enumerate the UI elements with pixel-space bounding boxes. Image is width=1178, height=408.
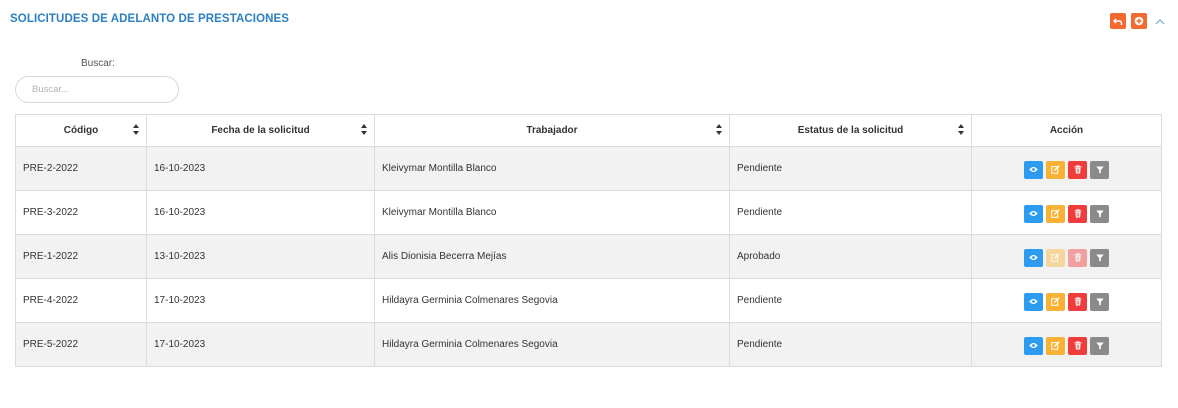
trash-icon: [1074, 209, 1082, 218]
cell-estatus: Pendiente: [729, 322, 972, 367]
view-button[interactable]: [1024, 292, 1043, 311]
cell-acciones: [971, 190, 1162, 235]
filter-icon: [1095, 166, 1104, 174]
cell-acciones: [971, 146, 1162, 191]
add-button[interactable]: [1131, 13, 1147, 29]
edit-icon: [1051, 341, 1060, 350]
sort-icon: [958, 124, 964, 135]
cell-estatus: Pendiente: [729, 190, 972, 235]
trash-icon: [1074, 253, 1082, 262]
edit-icon: [1051, 165, 1060, 174]
cell-codigo: PRE-1-2022: [15, 234, 147, 279]
eye-icon: [1029, 254, 1038, 261]
delete-button[interactable]: [1068, 248, 1087, 267]
eye-icon: [1029, 166, 1038, 173]
delete-button[interactable]: [1068, 292, 1087, 311]
trash-icon: [1074, 165, 1082, 174]
column-header-fecha[interactable]: Fecha de la solicitud: [146, 114, 375, 147]
view-button[interactable]: [1024, 336, 1043, 355]
filter-button[interactable]: [1090, 160, 1109, 179]
eye-icon: [1029, 342, 1038, 349]
plus-circle-icon: [1134, 16, 1144, 26]
cell-fecha: 17-10-2023: [146, 322, 375, 367]
filter-icon: [1095, 342, 1104, 350]
cell-trabajador: Hildayra Germinia Colmenares Segovia: [374, 322, 730, 367]
cell-acciones: [971, 278, 1162, 323]
filter-button[interactable]: [1090, 204, 1109, 223]
table-row: PRE-5-2022 17-10-2023 Hildayra Germinia Co…: [15, 322, 1162, 367]
table-row: PRE-1-2022 13-10-2023 Alis Dionisia Becerr…: [15, 234, 1162, 279]
column-label: Fecha de la solicitud: [211, 125, 310, 136]
table-row: PRE-4-2022 17-10-2023 Hildayra Germinia Co…: [15, 278, 1162, 323]
delete-button[interactable]: [1068, 160, 1087, 179]
top-actions: [1110, 13, 1167, 29]
cell-acciones: [971, 234, 1162, 279]
edit-button[interactable]: [1046, 336, 1065, 355]
sort-icon: [716, 124, 722, 135]
edit-button[interactable]: [1046, 204, 1065, 223]
column-label: Código: [63, 125, 99, 136]
cell-trabajador: Alis Dionisia Becerra Mejías: [374, 234, 730, 279]
edit-icon: [1051, 297, 1060, 306]
cell-estatus: Aprobado: [729, 234, 972, 279]
back-button[interactable]: [1110, 13, 1126, 29]
cell-trabajador: Kleivymar Montilla Blanco: [374, 190, 730, 235]
cell-codigo: PRE-5-2022: [15, 322, 147, 367]
requests-table: Código Fecha de la solicitud Trabajador …: [15, 114, 1162, 367]
view-button[interactable]: [1024, 248, 1043, 267]
cell-estatus: Pendiente: [729, 146, 972, 191]
column-header-codigo[interactable]: Código: [15, 114, 147, 147]
view-button[interactable]: [1024, 204, 1043, 223]
view-button[interactable]: [1024, 160, 1043, 179]
column-label: Trabajador: [526, 125, 578, 136]
table-row: PRE-3-2022 16-10-2023 Kleivymar Montilla B…: [15, 190, 1162, 235]
edit-icon: [1051, 209, 1060, 218]
edit-button[interactable]: [1046, 160, 1065, 179]
filter-button[interactable]: [1090, 248, 1109, 267]
cell-codigo: PRE-2-2022: [15, 146, 147, 191]
cell-estatus: Pendiente: [729, 278, 972, 323]
cell-fecha: 17-10-2023: [146, 278, 375, 323]
filter-icon: [1095, 254, 1104, 262]
column-header-accion: Acción: [971, 114, 1162, 147]
cell-trabajador: Hildayra Germinia Colmenares Segovia: [374, 278, 730, 323]
cell-trabajador: Kleivymar Montilla Blanco: [374, 146, 730, 191]
column-header-trabajador[interactable]: Trabajador: [374, 114, 730, 147]
table-row: PRE-2-2022 16-10-2023 Kleivymar Montilla B…: [15, 146, 1162, 191]
column-label: Estatus de la solicitud: [797, 125, 904, 136]
table-header-row: Código Fecha de la solicitud Trabajador …: [15, 114, 1162, 147]
cell-fecha: 16-10-2023: [146, 190, 375, 235]
column-label: Acción: [1049, 125, 1084, 136]
sort-icon: [133, 124, 139, 135]
cell-codigo: PRE-4-2022: [15, 278, 147, 323]
page-title: SOLICITUDES DE ADELANTO DE PRESTACIONES: [10, 13, 290, 25]
column-header-estatus[interactable]: Estatus de la solicitud: [729, 114, 972, 147]
sort-icon: [361, 124, 367, 135]
edit-button[interactable]: [1046, 248, 1065, 267]
undo-arrow-icon: [1113, 18, 1123, 25]
cell-fecha: 16-10-2023: [146, 146, 375, 191]
filter-icon: [1095, 210, 1104, 218]
delete-button[interactable]: [1068, 336, 1087, 355]
chevron-up-icon: [1155, 18, 1165, 24]
trash-icon: [1074, 297, 1082, 306]
eye-icon: [1029, 210, 1038, 217]
eye-icon: [1029, 298, 1038, 305]
trash-icon: [1074, 341, 1082, 350]
search-label: Buscar:: [81, 58, 115, 69]
edit-icon: [1051, 253, 1060, 262]
filter-icon: [1095, 298, 1104, 306]
cell-codigo: PRE-3-2022: [15, 190, 147, 235]
cell-fecha: 13-10-2023: [146, 234, 375, 279]
cell-acciones: [971, 322, 1162, 367]
filter-button[interactable]: [1090, 336, 1109, 355]
search-input[interactable]: [15, 76, 179, 103]
delete-button[interactable]: [1068, 204, 1087, 223]
edit-button[interactable]: [1046, 292, 1065, 311]
collapse-button[interactable]: [1153, 13, 1167, 29]
filter-button[interactable]: [1090, 292, 1109, 311]
